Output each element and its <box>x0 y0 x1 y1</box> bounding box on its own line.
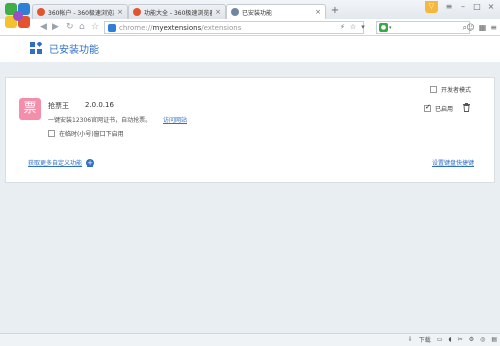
extensions-grid-icon <box>30 42 42 54</box>
search-engine-icon[interactable]: ● <box>379 23 388 32</box>
extension-name: 抢票王 <box>48 102 69 110</box>
star-icon[interactable]: ☆ <box>91 22 99 32</box>
window-icon[interactable]: ▭ <box>437 336 443 343</box>
home-icon[interactable]: ⌂ <box>79 22 85 32</box>
tab-label: 功能大全 - 360极速浏览器 <box>144 9 213 17</box>
tab-installed-features[interactable]: 已安装功能 × <box>226 4 326 19</box>
tab-close-icon[interactable]: × <box>315 8 321 16</box>
tab-360-account[interactable]: 360帐户 - 360极速浏览器 × <box>32 4 128 19</box>
favicon-icon <box>37 8 45 16</box>
update-badge-icon[interactable]: ▽ <box>425 1 438 13</box>
menu-lines-icon[interactable]: ≡ <box>490 23 497 32</box>
keyboard-shortcuts-link[interactable]: 设置键盘快捷键 <box>432 158 474 167</box>
tab-close-icon[interactable]: × <box>117 8 123 16</box>
reload-icon[interactable]: ↻ <box>66 22 74 32</box>
favicon-icon <box>133 8 141 16</box>
engine-dropdown-icon[interactable]: ▾ <box>389 25 392 31</box>
tab-label: 360帐户 - 360极速浏览器 <box>48 9 115 17</box>
extension-icon: 票 <box>19 98 41 120</box>
extension-description: 一键安装12306官网证书，自动抢票。 <box>48 117 152 124</box>
developer-mode-checkbox[interactable] <box>430 86 437 93</box>
minimize-icon[interactable]: – <box>456 0 470 14</box>
forward-icon[interactable]: ▶ <box>52 22 59 32</box>
lightning-icon[interactable]: ⚡ <box>340 23 345 31</box>
page-header: 已安装功能 <box>0 36 500 62</box>
developer-mode-toggle[interactable]: 开发者模式 <box>430 85 471 94</box>
dropdown-icon[interactable]: ▾ <box>361 23 365 31</box>
settings-icon[interactable]: ⚙ <box>469 336 474 343</box>
enabled-toggle[interactable]: 已启用 <box>424 103 454 113</box>
grid-icon[interactable]: ▦ <box>479 23 487 32</box>
address-actions: ⚡ ☆ ▾ <box>340 23 365 31</box>
get-more-label: 获取更多自定义功能 <box>28 160 83 167</box>
address-main: myextensions <box>152 23 202 32</box>
enabled-label: 已启用 <box>435 106 454 113</box>
download-label[interactable]: 下载 <box>419 335 431 344</box>
developer-mode-label: 开发者模式 <box>441 87 472 94</box>
navigation-toolbar: ◀ ▶ ↻ ⌂ ☆ chrome://myextensions/extensio… <box>0 19 500 36</box>
maximize-icon[interactable]: □ <box>470 0 484 14</box>
window-controls: ▽ ≡ – □ × <box>425 0 498 14</box>
visit-website-link[interactable]: 访问网站 <box>163 115 187 124</box>
trash-icon[interactable] <box>462 103 471 112</box>
title-bar: 360帐户 - 360极速浏览器 × 功能大全 - 360极速浏览器 × 已安装… <box>0 0 500 28</box>
address-suffix: /extensions <box>201 23 242 32</box>
toolbar-icons: ☺ ▦ ≡ <box>466 23 497 32</box>
enabled-checkbox[interactable] <box>424 103 431 112</box>
status-bar: ⇩ 下载 ▭ ◖ ✂ ⚙ ◎ ▤ <box>0 333 500 346</box>
status-icons: ⇩ 下载 ▭ ◖ ✂ ⚙ ◎ ▤ <box>408 335 497 344</box>
favicon-icon <box>231 8 239 16</box>
zoom-icon[interactable]: ◎ <box>480 336 485 343</box>
page-title: 已安装功能 <box>49 45 99 56</box>
menu-icon[interactable]: ≡ <box>442 0 456 14</box>
user-icon[interactable]: ☺ <box>466 23 474 32</box>
speaker-icon[interactable]: ◖ <box>448 336 451 343</box>
get-more-features-link[interactable]: 获取更多自定义功能 + <box>28 158 95 167</box>
close-window-icon[interactable]: × <box>484 0 498 14</box>
extensions-panel: 开发者模式 票 抢票王 2.0.0.16 一键安装12306官网证书，自动抢票。… <box>5 77 495 183</box>
bookmark-star-icon[interactable]: ☆ <box>350 23 356 31</box>
tab-features[interactable]: 功能大全 - 360极速浏览器 × <box>128 4 226 19</box>
screenshot-icon[interactable]: ✂ <box>458 336 463 343</box>
tab-label: 已安装功能 <box>242 9 273 17</box>
new-tab-button[interactable]: + <box>328 5 342 17</box>
back-icon[interactable]: ◀ <box>40 22 47 32</box>
tools-icon[interactable]: ▤ <box>491 336 497 343</box>
download-icon[interactable]: ⇩ <box>408 336 413 343</box>
address-prefix: chrome:// <box>119 23 153 32</box>
browser-logo-icon[interactable] <box>3 1 33 31</box>
extension-version: 2.0.0.16 <box>85 101 114 109</box>
tab-close-icon[interactable]: × <box>215 8 221 16</box>
address-bar[interactable]: chrome://myextensions/extensions <box>104 21 364 34</box>
incognito-toggle[interactable]: 在临时(小号)窗口下启用 <box>48 129 124 138</box>
add-circle-icon: + <box>86 158 95 167</box>
incognito-label: 在临时(小号)窗口下启用 <box>59 131 124 138</box>
incognito-checkbox[interactable] <box>48 130 55 137</box>
search-box[interactable]: ● ▾ ⌕ <box>376 21 470 34</box>
shield-icon <box>108 23 116 32</box>
